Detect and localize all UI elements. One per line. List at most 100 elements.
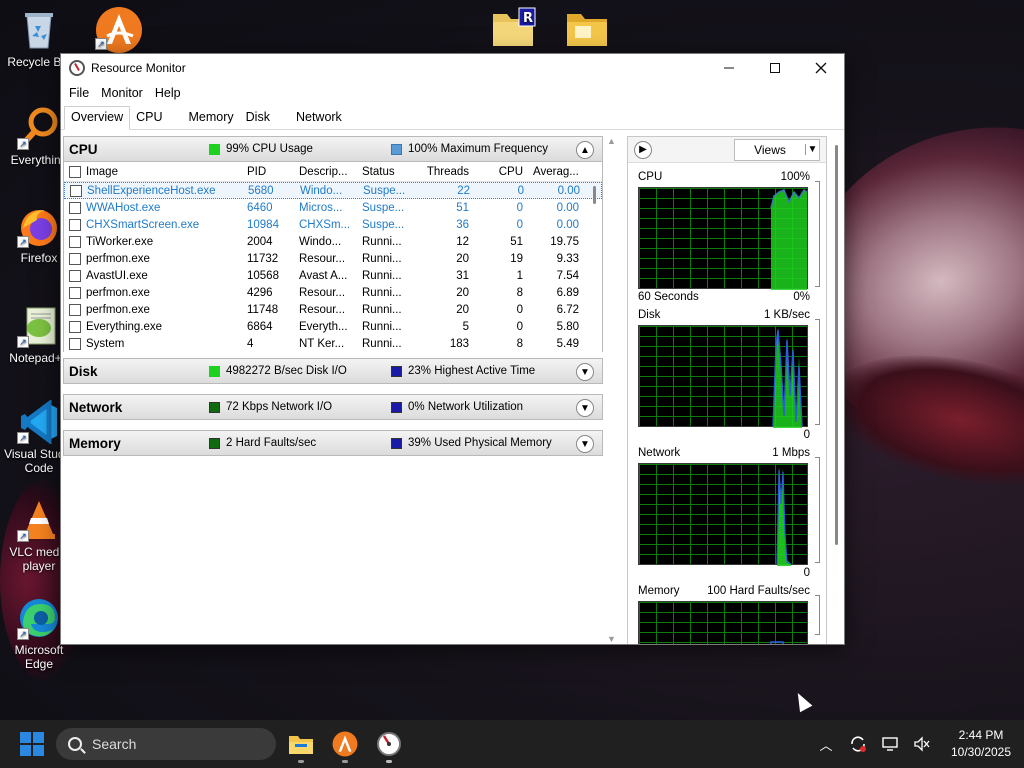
column-cpu[interactable]: CPU: [473, 166, 527, 178]
scroll-up-arrow-icon[interactable]: ▲: [607, 136, 616, 146]
column-status[interactable]: Status: [359, 166, 417, 178]
table-row[interactable]: perfmon.exe 4296 Resour... Runni... 20 8 6.89: [64, 284, 602, 301]
expand-chevron-down-icon[interactable]: ▼: [576, 399, 594, 417]
table-scrollbar[interactable]: [593, 186, 596, 204]
table-row[interactable]: perfmon.exe 11732 Resour... Runni... 20 19 9.3…: [64, 250, 602, 267]
row-checkbox[interactable]: [64, 286, 86, 299]
row-checkbox[interactable]: [64, 303, 86, 316]
graph-pane-scrollbar[interactable]: [835, 145, 838, 545]
dropdown-arrow-icon: ▼: [805, 144, 819, 155]
table-row[interactable]: System 4 NT Ker... Runni... 183 8 5.49: [64, 335, 602, 352]
process-threads: 51: [456, 201, 469, 214]
tab-network[interactable]: Network: [290, 107, 348, 129]
row-checkbox[interactable]: [64, 235, 86, 248]
table-row[interactable]: AvastUI.exe 10568 Avast A... Runni... 31 1 7.5…: [64, 267, 602, 284]
cpu-process-table: Image PID Descrip... Status Threads CPU …: [63, 162, 603, 352]
graph-max: 100 Hard Faults/sec: [707, 585, 810, 597]
row-checkbox[interactable]: [64, 201, 86, 214]
process-description: Windo...: [300, 184, 343, 197]
process-average-cpu: 7.54: [556, 269, 579, 282]
taskbar-resource-monitor[interactable]: [373, 728, 405, 763]
expand-chevron-down-icon[interactable]: ▼: [576, 435, 594, 453]
table-row[interactable]: ShellExperienceHost.exe 5680 Windo... Suspe…: [64, 182, 602, 199]
views-dropdown[interactable]: Views ▼: [734, 138, 820, 161]
process-threads: 20: [456, 286, 469, 299]
menu-file[interactable]: File: [63, 86, 95, 100]
tab-memory[interactable]: Memory: [183, 107, 240, 129]
process-cpu: 0: [516, 218, 523, 231]
sections-scrollbar[interactable]: ▲ ▼: [606, 136, 618, 644]
resource-monitor-window[interactable]: Resource Monitor File Monitor Help Overv…: [60, 53, 845, 645]
collapse-graphs-chevron-right-icon[interactable]: ▶: [634, 140, 652, 159]
process-threads: 183: [449, 337, 469, 350]
column-average[interactable]: Averag...: [527, 166, 585, 178]
desktop-icon-app[interactable]: ↗: [78, 6, 156, 53]
minimize-button[interactable]: [706, 54, 752, 82]
desktop-icon-folder[interactable]: [546, 6, 624, 53]
table-row[interactable]: TiWorker.exe 2004 Windo... Runni... 12 51 19.7…: [64, 233, 602, 250]
taskbar-clock[interactable]: 2:44 PM 10/30/2025: [938, 727, 1024, 761]
scroll-down-arrow-icon[interactable]: ▼: [607, 634, 616, 644]
tab-cpu[interactable]: CPU: [130, 107, 168, 129]
section-title: Memory: [69, 435, 121, 451]
table-row[interactable]: Everything.exe 6864 Everyth... Runni... 5 0 5.…: [64, 318, 602, 335]
memory-section-header[interactable]: Memory 2 Hard Faults/sec 39% Used Physic…: [63, 430, 603, 456]
recycle-bin-icon: [17, 8, 61, 52]
expand-chevron-down-icon[interactable]: ▼: [576, 363, 594, 381]
title-bar[interactable]: Resource Monitor: [61, 54, 844, 82]
views-label: Views: [754, 142, 786, 157]
close-button[interactable]: [798, 54, 844, 82]
start-button[interactable]: [20, 732, 44, 756]
process-average-cpu: 0.00: [557, 184, 580, 197]
shortcut-arrow-icon: ↗: [17, 336, 29, 348]
row-checkbox[interactable]: [64, 269, 86, 282]
process-pid: 11748: [247, 303, 279, 316]
tab-overview[interactable]: Overview: [64, 106, 131, 130]
process-threads: 20: [456, 252, 469, 265]
sync-icon[interactable]: [842, 720, 874, 768]
table-row[interactable]: CHXSmartScreen.exe 10984 CHXSm... Suspe... 3…: [64, 216, 602, 233]
row-checkbox[interactable]: [64, 252, 86, 265]
shortcut-arrow-icon: ↗: [17, 530, 29, 542]
row-checkbox[interactable]: [64, 320, 86, 333]
volume-muted-icon[interactable]: [906, 720, 938, 768]
disk-active-text: 23% Highest Active Time: [408, 365, 536, 377]
process-average-cpu: 0.00: [556, 218, 579, 231]
cpu-frequency-text: 100% Maximum Frequency: [408, 143, 548, 155]
column-description[interactable]: Descrip...: [299, 166, 359, 178]
taskbar-search-box[interactable]: Search: [56, 728, 276, 760]
process-average-cpu: 19.75: [550, 235, 579, 248]
process-image: CHXSmartScreen.exe: [86, 218, 200, 231]
table-row[interactable]: perfmon.exe 11748 Resour... Runni... 20 0 6.72: [64, 301, 602, 318]
maximize-button[interactable]: [752, 54, 798, 82]
table-row[interactable]: WWAHost.exe 6460 Micros... Suspe... 51 0 0.00: [64, 199, 602, 216]
taskbar-file-explorer[interactable]: [285, 728, 317, 763]
process-pid: 2004: [247, 235, 273, 248]
tray-overflow-chevron-up-icon[interactable]: ︿: [810, 720, 842, 768]
menu-monitor[interactable]: Monitor: [95, 86, 149, 100]
network-utilization-text: 0% Network Utilization: [408, 401, 524, 413]
tab-disk[interactable]: Disk: [240, 107, 276, 129]
row-checkbox[interactable]: [65, 184, 87, 197]
process-pid: 4: [247, 337, 254, 350]
physical-memory-text: 39% Used Physical Memory: [408, 437, 552, 449]
network-display-icon[interactable]: [874, 720, 906, 768]
select-all-checkbox[interactable]: [64, 165, 86, 178]
network-section-header[interactable]: Network 72 Kbps Network I/O 0% Network U…: [63, 394, 603, 420]
desktop-icon-folder-r[interactable]: R: [472, 6, 550, 53]
disk-section-header[interactable]: Disk 4982272 B/sec Disk I/O 23% Highest …: [63, 358, 603, 384]
cpu-frequency-stat: 100% Maximum Frequency: [391, 143, 548, 155]
collapse-chevron-up-icon[interactable]: ▲: [576, 141, 594, 159]
row-checkbox[interactable]: [64, 218, 86, 231]
process-pid: 11732: [247, 252, 279, 265]
memory-graph-block: Memory 100 Hard Faults/sec: [638, 585, 820, 644]
blue-legend-swatch: [391, 365, 402, 377]
column-pid[interactable]: PID: [247, 166, 299, 178]
menu-help[interactable]: Help: [149, 86, 187, 100]
taskbar-app-a[interactable]: [329, 728, 361, 763]
process-image: perfmon.exe: [86, 252, 150, 265]
column-image[interactable]: Image: [86, 166, 247, 178]
column-threads[interactable]: Threads: [417, 166, 473, 178]
row-checkbox[interactable]: [64, 337, 86, 350]
cpu-section-header[interactable]: CPU 99% CPU Usage 100% Maximum Frequency…: [63, 136, 603, 162]
